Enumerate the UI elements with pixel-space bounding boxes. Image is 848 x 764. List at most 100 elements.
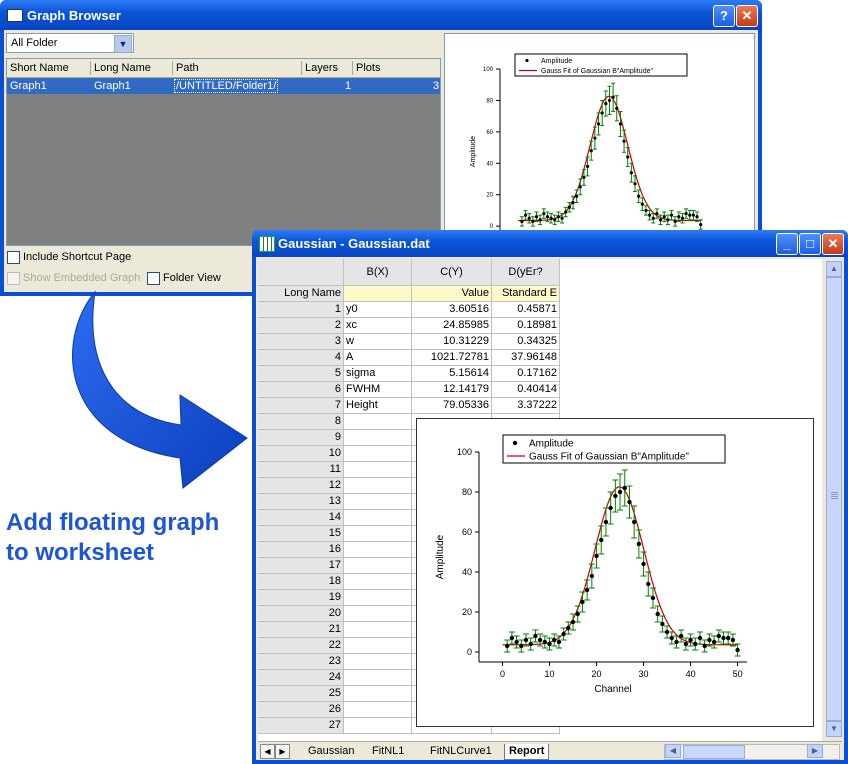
cell-c[interactable]: 5.15614 bbox=[412, 366, 492, 382]
row-header[interactable]: 18 bbox=[258, 574, 344, 590]
close-button[interactable]: ✕ bbox=[822, 233, 844, 255]
tab-gaussian[interactable]: Gaussian bbox=[304, 744, 358, 759]
row-header[interactable]: 5 bbox=[258, 366, 344, 382]
col-path[interactable]: Path bbox=[176, 62, 199, 74]
cell-b[interactable] bbox=[344, 574, 412, 590]
row-header[interactable]: 2 bbox=[258, 318, 344, 334]
folder-select[interactable]: All Folder ▼ bbox=[6, 33, 134, 53]
cell-b[interactable] bbox=[344, 622, 412, 638]
row-header[interactable]: 13 bbox=[258, 494, 344, 510]
row-header[interactable]: 21 bbox=[258, 622, 344, 638]
cell-d[interactable]: 0.18981 bbox=[492, 318, 560, 334]
include-shortcut-checkbox[interactable] bbox=[7, 251, 20, 264]
graph-list[interactable]: Short Name Long Name Path Layers Plots G… bbox=[6, 58, 441, 246]
cell-b[interactable] bbox=[344, 606, 412, 622]
row-header[interactable]: 8 bbox=[258, 414, 344, 430]
col-header-b[interactable]: B(X) bbox=[344, 259, 412, 286]
scroll-down-button[interactable]: ▼ bbox=[826, 721, 842, 737]
col-header-d[interactable]: D(yEr? bbox=[492, 259, 560, 286]
tab-report[interactable]: Report bbox=[504, 744, 550, 760]
show-embedded-checkbox[interactable] bbox=[7, 272, 20, 285]
cell-b[interactable] bbox=[344, 702, 412, 718]
cell-d[interactable]: 0.40414 bbox=[492, 382, 560, 398]
tab-fitnlcurve1[interactable]: FitNLCurve1 bbox=[426, 744, 496, 759]
cell-d[interactable]: 3.37222 bbox=[492, 398, 560, 414]
chevron-down-icon[interactable]: ▼ bbox=[114, 35, 132, 53]
cell-c[interactable]: 1021.72781 bbox=[412, 350, 492, 366]
cell-b[interactable] bbox=[344, 526, 412, 542]
cell-b[interactable] bbox=[344, 654, 412, 670]
cell-b[interactable] bbox=[344, 446, 412, 462]
row-header[interactable]: 7 bbox=[258, 398, 344, 414]
help-button[interactable]: ? bbox=[713, 5, 735, 27]
row-header[interactable]: 17 bbox=[258, 558, 344, 574]
row-header[interactable]: 20 bbox=[258, 606, 344, 622]
cell-b[interactable] bbox=[344, 638, 412, 654]
row-header[interactable]: 25 bbox=[258, 686, 344, 702]
cell-b[interactable] bbox=[344, 558, 412, 574]
cell-b[interactable]: sigma bbox=[344, 366, 412, 382]
minimize-button[interactable]: _ bbox=[776, 233, 798, 255]
floating-graph[interactable]: 0 20 40 60 80 100 0 10 20 30 40 50 Amplitude Channel A… bbox=[416, 418, 814, 727]
cell-b[interactable]: FWHM bbox=[344, 382, 412, 398]
scroll-up-button[interactable]: ▲ bbox=[826, 261, 842, 277]
gaussian-titlebar[interactable]: Gaussian - Gaussian.dat _ □ ✕ bbox=[252, 230, 848, 257]
long-name-cell-d[interactable]: Standard E bbox=[492, 286, 560, 302]
row-header[interactable]: 19 bbox=[258, 590, 344, 606]
cell-b[interactable] bbox=[344, 590, 412, 606]
cell-b[interactable]: w bbox=[344, 334, 412, 350]
cell-d[interactable]: 37.96148 bbox=[492, 350, 560, 366]
tab-next-icon[interactable]: ▶ bbox=[275, 744, 290, 759]
graph-browser-titlebar[interactable]: Graph Browser ? ✕ bbox=[0, 0, 762, 30]
vertical-scrollbar[interactable]: ▲ ▼ bbox=[826, 261, 842, 737]
scroll-right-button[interactable]: ▶ bbox=[807, 744, 823, 758]
tab-fitnl1[interactable]: FitNL1 bbox=[368, 744, 408, 759]
row-header[interactable]: 4 bbox=[258, 350, 344, 366]
scroll-thumb[interactable] bbox=[826, 277, 842, 721]
row-header[interactable]: 1 bbox=[258, 302, 344, 318]
row-header[interactable]: 26 bbox=[258, 702, 344, 718]
h-scroll-thumb[interactable] bbox=[683, 745, 745, 759]
row-header[interactable]: 27 bbox=[258, 718, 344, 734]
row-header[interactable]: 10 bbox=[258, 446, 344, 462]
row-header[interactable]: 6 bbox=[258, 382, 344, 398]
col-plots[interactable]: Plots bbox=[356, 62, 380, 74]
row-header[interactable]: 9 bbox=[258, 430, 344, 446]
col-layers[interactable]: Layers bbox=[305, 62, 338, 74]
cell-b[interactable] bbox=[344, 430, 412, 446]
cell-b[interactable] bbox=[344, 542, 412, 558]
cell-c[interactable]: 12.14179 bbox=[412, 382, 492, 398]
row-header[interactable]: 23 bbox=[258, 654, 344, 670]
cell-c[interactable]: 79.05336 bbox=[412, 398, 492, 414]
tab-prev-icon[interactable]: ◀ bbox=[260, 744, 275, 759]
corner-cell[interactable] bbox=[258, 259, 344, 286]
cell-c[interactable]: 10.31229 bbox=[412, 334, 492, 350]
cell-b[interactable]: A bbox=[344, 350, 412, 366]
row-header[interactable]: 16 bbox=[258, 542, 344, 558]
long-name-row-header[interactable]: Long Name bbox=[258, 286, 344, 302]
cell-b[interactable] bbox=[344, 718, 412, 734]
cell-b[interactable]: y0 bbox=[344, 302, 412, 318]
cell-b[interactable] bbox=[344, 494, 412, 510]
row-header[interactable]: 15 bbox=[258, 526, 344, 542]
row-header[interactable]: 11 bbox=[258, 462, 344, 478]
cell-b[interactable] bbox=[344, 414, 412, 430]
cell-d[interactable]: 0.17162 bbox=[492, 366, 560, 382]
close-button[interactable]: ✕ bbox=[736, 5, 758, 27]
scroll-left-button[interactable]: ◀ bbox=[665, 744, 681, 758]
cell-d[interactable]: 0.34325 bbox=[492, 334, 560, 350]
cell-b[interactable]: Height bbox=[344, 398, 412, 414]
row-header[interactable]: 12 bbox=[258, 478, 344, 494]
maximize-button[interactable]: □ bbox=[799, 233, 821, 255]
col-long-name[interactable]: Long Name bbox=[94, 62, 151, 74]
row-header[interactable]: 14 bbox=[258, 510, 344, 526]
row-header[interactable]: 22 bbox=[258, 638, 344, 654]
col-short-name[interactable]: Short Name bbox=[10, 62, 69, 74]
row-header[interactable]: 3 bbox=[258, 334, 344, 350]
worksheet-grid[interactable]: B(X) C(Y) D(yEr? Long Name Value Standar… bbox=[258, 259, 822, 741]
cell-b[interactable] bbox=[344, 670, 412, 686]
cell-d[interactable]: 0.45871 bbox=[492, 302, 560, 318]
cell-b[interactable] bbox=[344, 462, 412, 478]
folder-view-checkbox[interactable] bbox=[147, 272, 160, 285]
col-header-c[interactable]: C(Y) bbox=[412, 259, 492, 286]
